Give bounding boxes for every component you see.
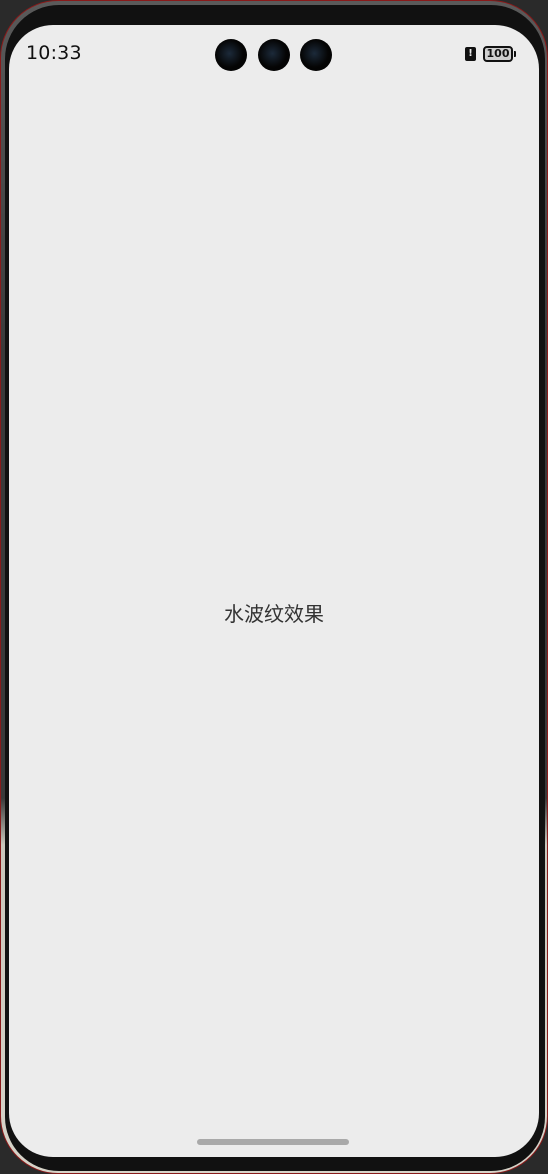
- front-camera-secondary-icon: [300, 39, 332, 71]
- ripple-effect-label[interactable]: 水波纹效果: [9, 598, 539, 627]
- battery-tip-icon: [514, 51, 516, 57]
- status-bar: 10:33 ! 100: [9, 25, 539, 81]
- front-camera-icon: [215, 39, 247, 71]
- screen: 10:33 ! 100 水波纹效果: [9, 25, 539, 1157]
- battery-level: 100: [486, 47, 510, 60]
- front-sensor-icon: [258, 39, 290, 71]
- status-time: 10:33: [26, 42, 82, 64]
- device-frame: 10:33 ! 100 水波纹效果: [0, 0, 548, 1174]
- battery-alert-icon: !: [465, 47, 476, 61]
- home-indicator[interactable]: [197, 1139, 349, 1145]
- battery-icon: 100: [483, 46, 513, 62]
